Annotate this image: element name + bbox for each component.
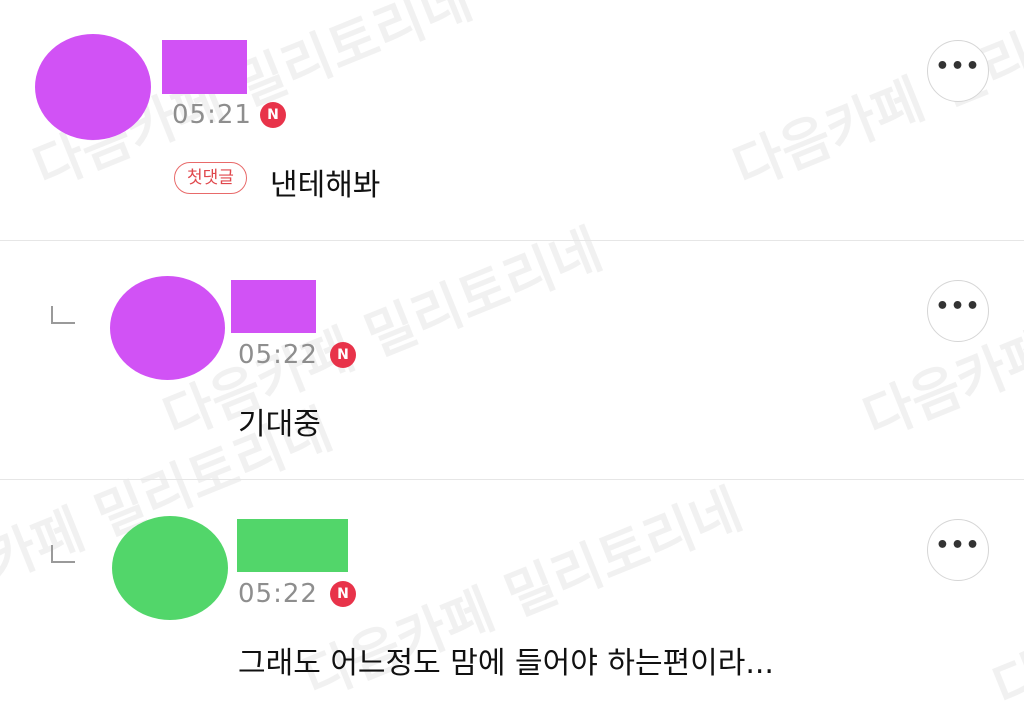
comment-item: 05:21 N 첫댓글 낸테해봐 ••• bbox=[0, 0, 1024, 240]
comment-text: 그래도 어느정도 맘에 들어야 하는편이라... bbox=[238, 646, 774, 681]
new-badge: N bbox=[330, 581, 356, 607]
avatar[interactable] bbox=[112, 516, 228, 620]
comment-time: 05:21 bbox=[172, 100, 252, 130]
reply-indicator-icon bbox=[51, 545, 75, 563]
avatar[interactable] bbox=[110, 276, 225, 380]
comment-text: 기대중 bbox=[238, 407, 321, 442]
author-name-redacted[interactable] bbox=[162, 40, 247, 94]
more-options-button[interactable]: ••• bbox=[927, 519, 989, 581]
new-badge: N bbox=[260, 102, 286, 128]
reply-comment-item: 05:22 N 기대중 ••• bbox=[0, 241, 1024, 479]
author-name-redacted[interactable] bbox=[237, 519, 348, 572]
first-comment-badge: 첫댓글 bbox=[174, 162, 247, 194]
reply-comment-item: 05:22 N 그래도 어느정도 맘에 들어야 하는편이라... ••• bbox=[0, 480, 1024, 702]
new-badge: N bbox=[330, 342, 356, 368]
more-options-button[interactable]: ••• bbox=[927, 280, 989, 342]
reply-indicator-icon bbox=[51, 306, 75, 324]
avatar[interactable] bbox=[35, 34, 151, 140]
more-options-button[interactable]: ••• bbox=[927, 40, 989, 102]
author-name-redacted[interactable] bbox=[231, 280, 316, 333]
comment-time: 05:22 bbox=[238, 340, 318, 370]
comment-text: 낸테해봐 bbox=[270, 168, 381, 203]
comment-time: 05:22 bbox=[238, 579, 318, 609]
